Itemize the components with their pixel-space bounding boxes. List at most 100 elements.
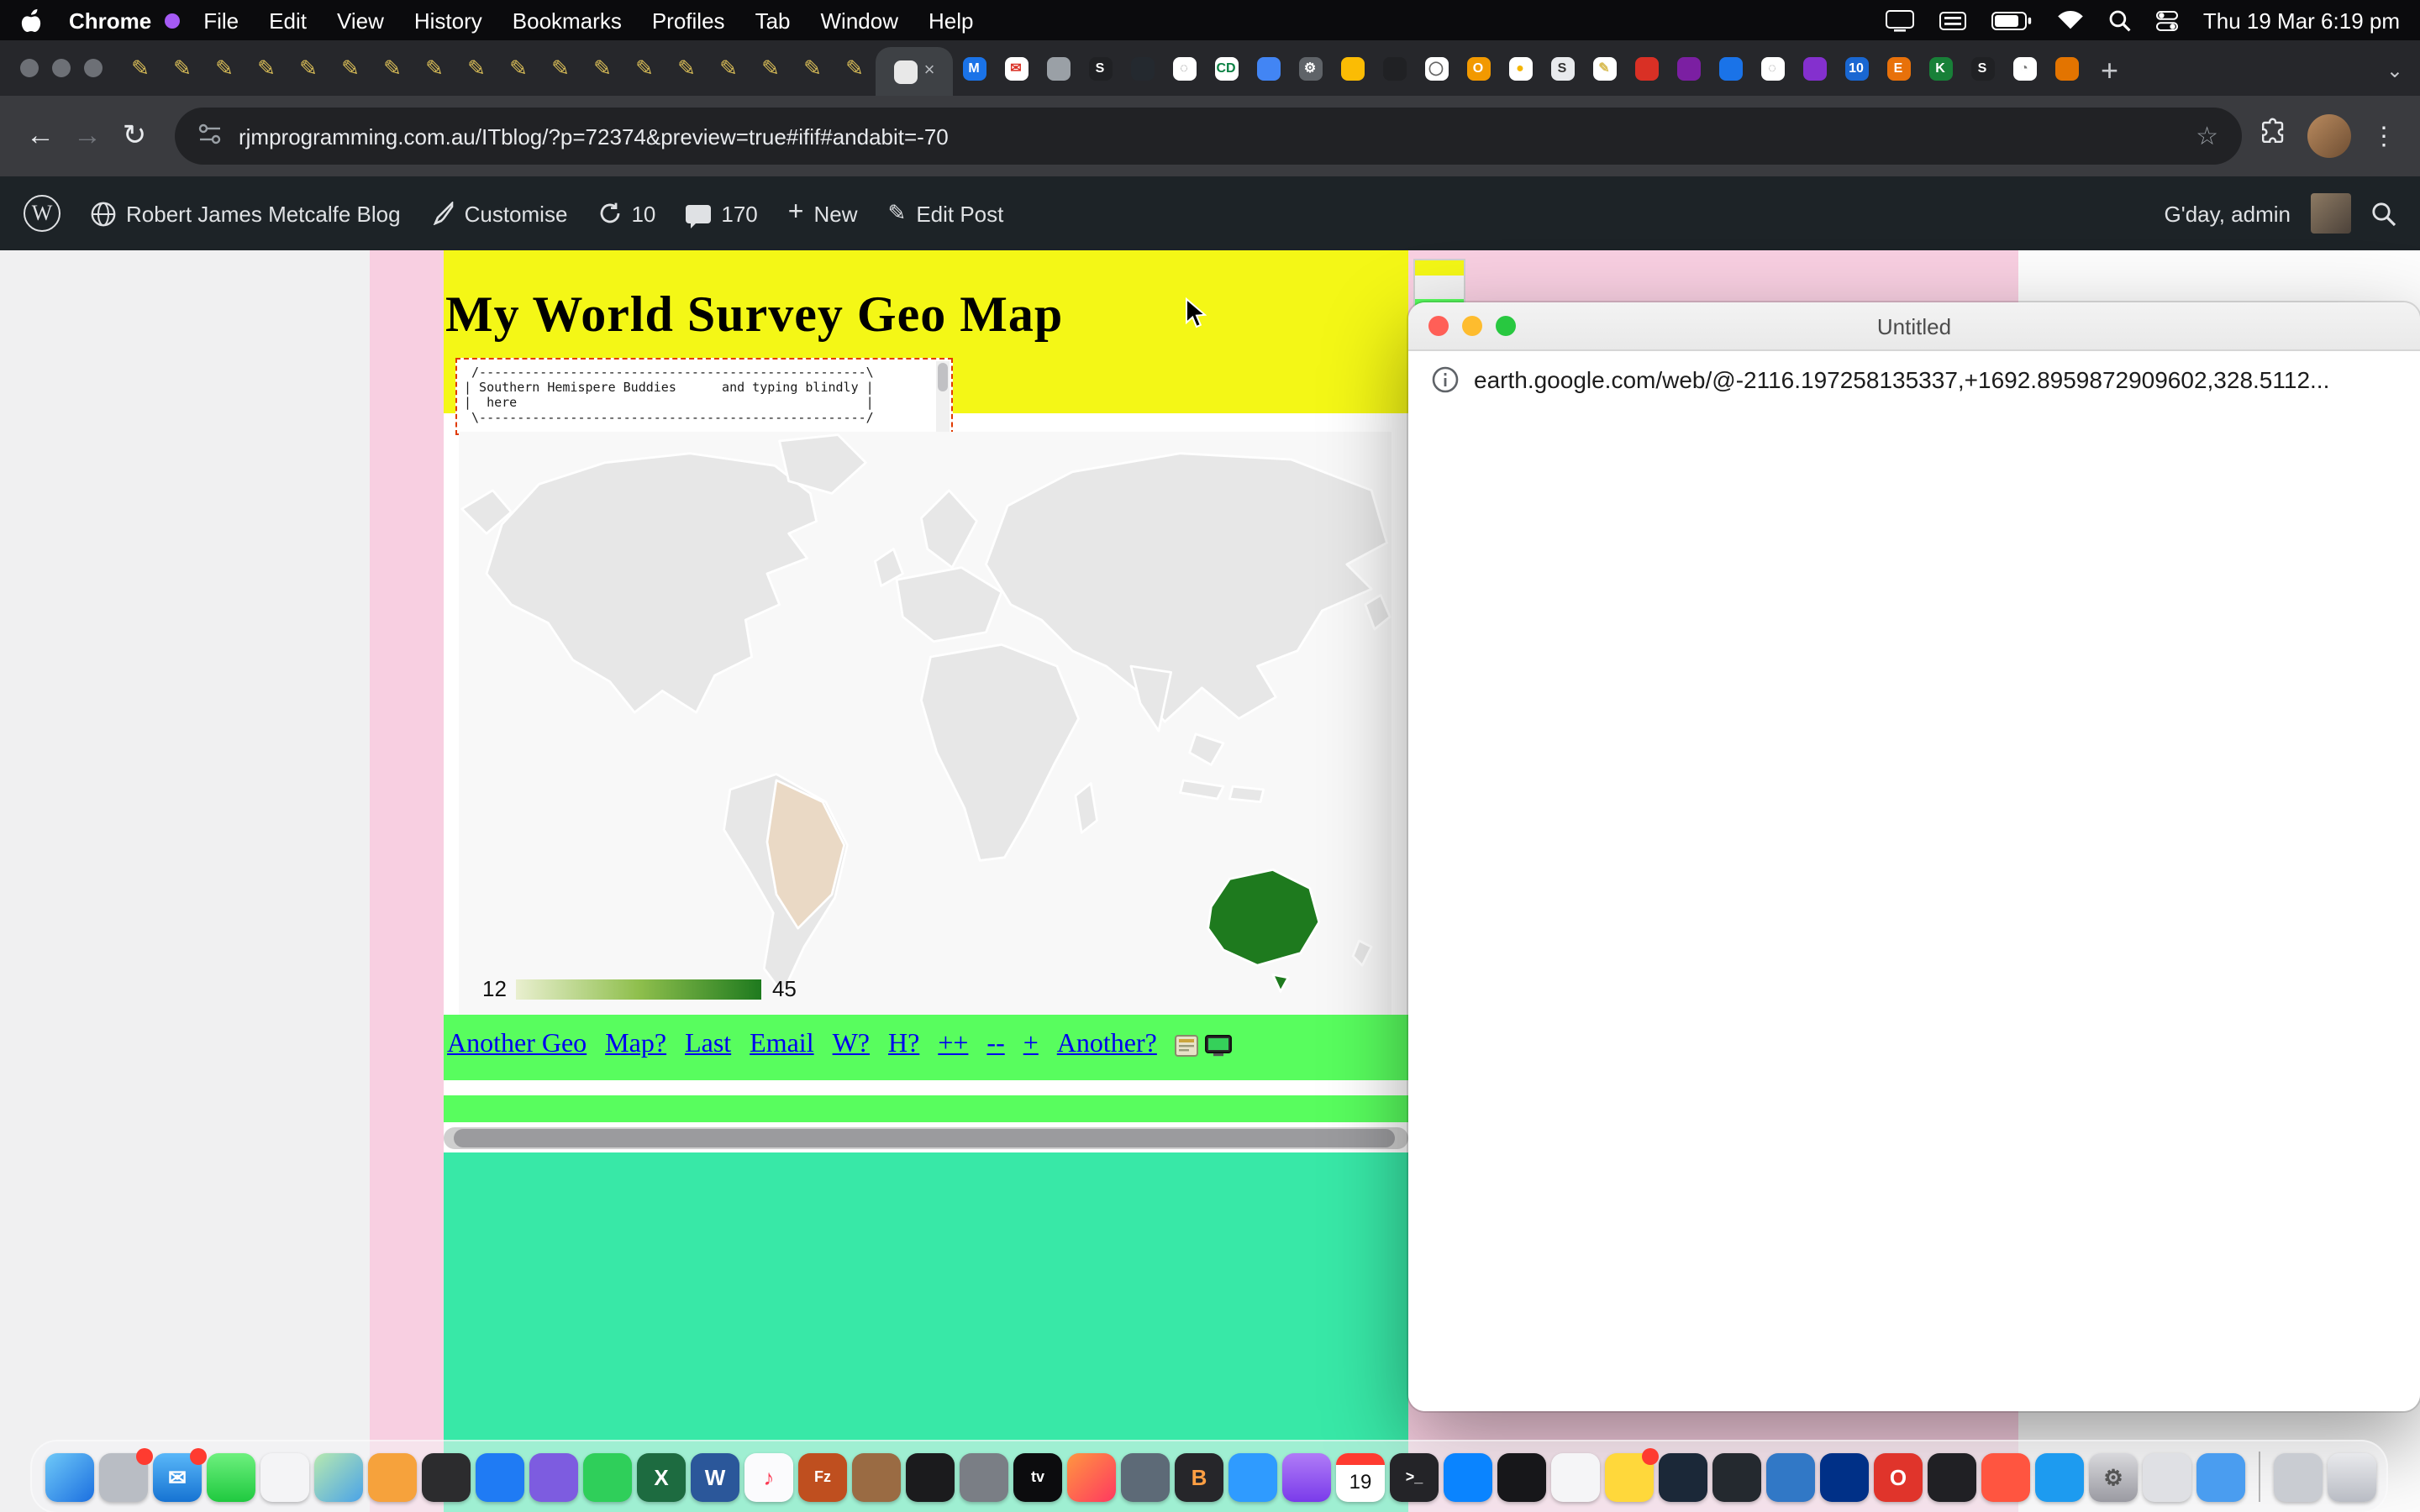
close-window-icon[interactable] (20, 59, 39, 77)
chrome-menu-icon[interactable]: ⋮ (2371, 121, 2396, 151)
reload-button[interactable]: ↻ (111, 113, 158, 160)
active-browser-tab[interactable]: × (876, 47, 953, 96)
messages-dock-icon[interactable] (207, 1452, 255, 1501)
address-bar[interactable]: rjmprogramming.com.au/ITblog/?p=72374&pr… (175, 108, 2242, 165)
extensions-icon[interactable] (2259, 118, 2287, 155)
browser-tab[interactable]: CD (1205, 40, 1247, 96)
menubar-item[interactable]: Edit (269, 8, 307, 33)
browser-tab[interactable]: ⚙ (1289, 40, 1331, 96)
app-dock-icon[interactable] (1981, 1452, 2030, 1501)
steam-dock-icon[interactable] (1659, 1452, 1707, 1501)
browser-tab[interactable] (1331, 40, 1373, 96)
horizontal-scrollbar[interactable] (444, 1127, 1408, 1149)
forward-button[interactable]: → (64, 113, 111, 160)
browser-tab[interactable] (1373, 40, 1415, 96)
browser-tab[interactable]: ◌ (1163, 40, 1205, 96)
untitled-url-row[interactable]: earth.google.com/web/@-2116.197258135337… (1408, 351, 2420, 408)
page-link[interactable]: Map? (605, 1030, 666, 1060)
updates-menu[interactable]: 10 (597, 201, 655, 226)
minimize-window-icon[interactable] (52, 59, 71, 77)
wp-logo-icon[interactable]: W (24, 195, 60, 232)
window-controls[interactable] (0, 40, 119, 96)
browser-tab[interactable] (2045, 40, 2087, 96)
music-dock-icon[interactable]: ♪ (744, 1452, 793, 1501)
bookmark-star-icon[interactable]: ☆ (2196, 121, 2218, 151)
browser-tab[interactable]: ✎ (161, 40, 203, 96)
app-dock-icon[interactable] (529, 1452, 578, 1501)
scrollbar-thumb[interactable] (454, 1129, 1395, 1147)
admin-avatar[interactable] (2311, 193, 2351, 234)
app-dock-icon[interactable] (583, 1452, 632, 1501)
menubar-item[interactable]: Tab (755, 8, 791, 33)
app-dock-icon[interactable] (1820, 1452, 1869, 1501)
app-dock-icon[interactable] (1766, 1452, 1815, 1501)
browser-tab[interactable]: ✎ (329, 40, 371, 96)
app-dock-icon[interactable] (1228, 1452, 1277, 1501)
browser-tab[interactable]: S (1079, 40, 1121, 96)
browser-tab[interactable] (1667, 40, 1709, 96)
app-dock-icon[interactable] (960, 1452, 1008, 1501)
page-link[interactable]: Another? (1057, 1030, 1157, 1060)
page-link[interactable]: ++ (938, 1030, 968, 1060)
apple-menu-icon[interactable] (20, 8, 42, 33)
browser-tab[interactable] (1037, 40, 1079, 96)
browser-tab[interactable] (1247, 40, 1289, 96)
page-link[interactable]: + (1023, 1030, 1039, 1060)
control-center-icon[interactable] (2156, 9, 2178, 31)
browser-tab[interactable]: ✎ (371, 40, 413, 96)
page-link[interactable]: W? (833, 1030, 870, 1060)
page-link[interactable]: Last (685, 1030, 731, 1060)
app-dock-icon[interactable] (99, 1452, 148, 1501)
browser-tab[interactable]: ✎ (581, 40, 623, 96)
app-dock-icon[interactable]: O (1874, 1452, 1923, 1501)
app-dock-icon[interactable] (422, 1452, 471, 1501)
browser-tab[interactable]: 10 (1835, 40, 1877, 96)
profile-avatar[interactable] (2307, 114, 2351, 158)
site-info-icon[interactable] (198, 122, 222, 150)
page-link[interactable]: Email (750, 1030, 813, 1060)
browser-tab[interactable]: S (1961, 40, 2003, 96)
photos-dock-icon[interactable] (260, 1452, 309, 1501)
spotlight-icon[interactable] (2109, 9, 2131, 31)
admin-search-icon[interactable] (2371, 201, 2396, 226)
tab-close-icon[interactable]: × (924, 62, 935, 81)
maps-dock-icon[interactable] (314, 1452, 363, 1501)
browser-tab[interactable] (1121, 40, 1163, 96)
monitor-icon[interactable] (1206, 1034, 1233, 1056)
page-link[interactable]: H? (888, 1030, 919, 1060)
app-dock-icon[interactable]: B (1175, 1452, 1223, 1501)
new-tab-button[interactable]: + (2101, 55, 2118, 86)
browser-tab[interactable]: ✎ (1583, 40, 1625, 96)
page-link[interactable]: -- (986, 1030, 1004, 1060)
app-dock-icon[interactable] (2143, 1452, 2191, 1501)
calendar-dock-icon[interactable]: 19 (1336, 1452, 1385, 1501)
app-dock-icon[interactable] (1928, 1452, 1976, 1501)
downloads-dock-icon[interactable] (2274, 1452, 2323, 1501)
untitled-titlebar[interactable]: Untitled (1408, 302, 2420, 351)
browser-tab[interactable]: ✎ (455, 40, 497, 96)
app-dock-icon[interactable] (1551, 1452, 1600, 1501)
browser-tab[interactable] (1793, 40, 1835, 96)
display-menubar-icon[interactable] (1886, 9, 1914, 31)
browser-tab[interactable]: ◯ (1415, 40, 1457, 96)
app-dock-icon[interactable] (852, 1452, 901, 1501)
browser-tab[interactable]: ✎ (708, 40, 750, 96)
edit-post-menu[interactable]: ✎ Edit Post (888, 200, 1004, 227)
browser-tab[interactable]: ✎ (497, 40, 539, 96)
mail-dock-icon[interactable]: ✉ (153, 1452, 202, 1501)
docker-dock-icon[interactable] (2035, 1452, 2084, 1501)
back-button[interactable]: ← (17, 113, 64, 160)
menubar-item[interactable]: View (337, 8, 384, 33)
browser-tab[interactable]: ✎ (245, 40, 287, 96)
menubar-item[interactable]: Profiles (652, 8, 725, 33)
browser-tab[interactable]: ✎ (539, 40, 581, 96)
customise-menu[interactable]: Customise (431, 201, 568, 226)
url-text[interactable]: rjmprogramming.com.au/ITblog/?p=72374&pr… (239, 123, 2179, 149)
wifi-icon[interactable] (2057, 10, 2084, 30)
menubar-item[interactable]: Bookmarks (513, 8, 622, 33)
zoom-window-icon[interactable] (84, 59, 103, 77)
browser-tab[interactable]: ✎ (750, 40, 792, 96)
menubar-item[interactable]: Help (929, 8, 974, 33)
browser-tab[interactable]: ✎ (834, 40, 876, 96)
page-link[interactable]: Another Geo (447, 1030, 587, 1060)
